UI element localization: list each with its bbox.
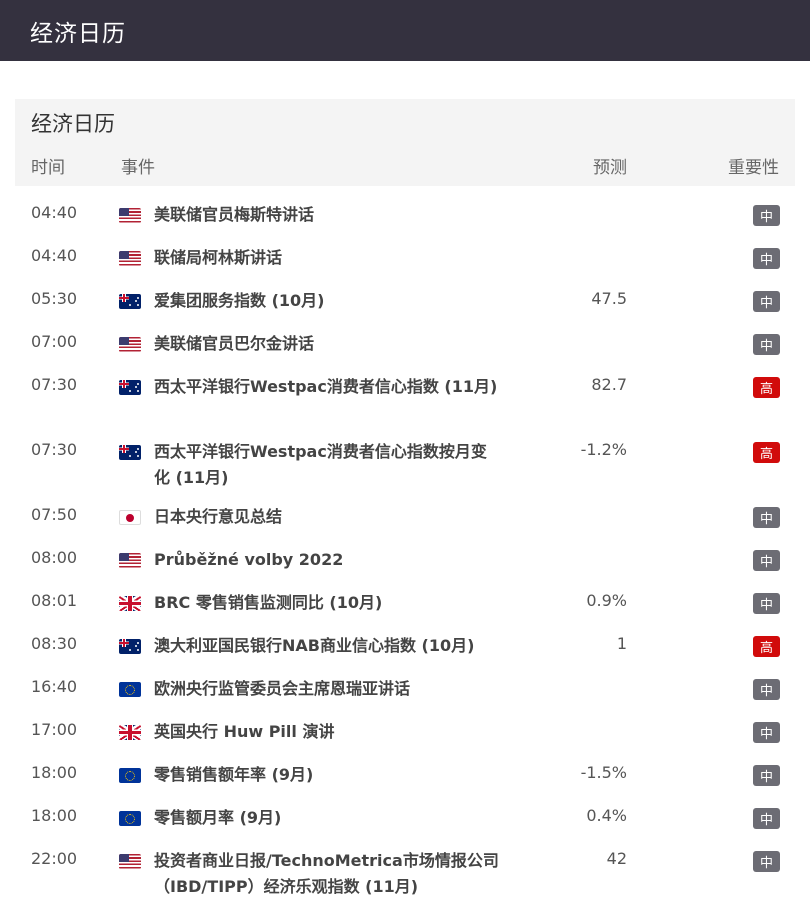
column-header-importance: 重要性 xyxy=(728,158,779,178)
eu-flag-icon xyxy=(119,768,141,783)
panel-title: 经济日历 xyxy=(31,112,115,136)
event-row[interactable]: 07:30 西太平洋银行Westpac消费者信心指数 (11月) 82.7 高 xyxy=(15,358,795,423)
au-flag-icon xyxy=(119,639,141,654)
us-flag-icon xyxy=(119,208,141,223)
event-forecast: -1.2% xyxy=(580,440,627,459)
event-forecast: 0.9% xyxy=(586,591,627,610)
event-row[interactable]: 04:40 联储局柯林斯讲话 中 xyxy=(15,229,795,272)
event-title[interactable]: 投资者商业日报/TechnoMetrica市场情报公司（IBD/TIPP）经济乐… xyxy=(154,848,499,900)
event-title[interactable]: 美联储官员梅斯特讲话 xyxy=(154,202,499,228)
event-title[interactable]: 欧洲央行监管委员会主席恩瑞亚讲话 xyxy=(154,676,499,702)
importance-badge: 中 xyxy=(753,808,780,829)
event-forecast: 0.4% xyxy=(586,806,627,825)
event-title[interactable]: 英国央行 Huw Pill 演讲 xyxy=(154,719,499,745)
event-row[interactable]: 07:30 西太平洋银行Westpac消费者信心指数按月变化 (11月) -1.2%… xyxy=(15,423,795,488)
importance-badge: 中 xyxy=(753,248,780,269)
event-row[interactable]: 07:50 日本央行意见总结 中 xyxy=(15,488,795,531)
importance-badge: 中 xyxy=(753,765,780,786)
event-title[interactable]: 西太平洋银行Westpac消费者信心指数 (11月) xyxy=(154,374,499,400)
event-row[interactable]: 08:30 澳大利亚国民银行NAB商业信心指数 (10月) 1 高 xyxy=(15,617,795,660)
event-time: 07:50 xyxy=(31,505,78,524)
column-header-event: 事件 xyxy=(121,158,155,178)
event-time: 05:30 xyxy=(31,289,78,308)
importance-badge: 中 xyxy=(753,507,780,528)
jp-flag-icon xyxy=(119,510,141,525)
event-row[interactable]: 08:01 BRC 零售销售监测同比 (10月) 0.9% 中 xyxy=(15,574,795,617)
event-time: 08:30 xyxy=(31,634,78,653)
importance-badge: 高 xyxy=(753,636,780,657)
importance-badge: 中 xyxy=(753,334,780,355)
us-flag-icon xyxy=(119,337,141,352)
calendar-panel: 经济日历 时间 事件 预测 重要性 04:40 美联储官员梅斯特讲话中 04:40 联… xyxy=(15,99,795,897)
event-time: 18:00 xyxy=(31,763,78,782)
event-title[interactable]: 零售额月率 (9月) xyxy=(154,805,499,831)
column-header-forecast: 预测 xyxy=(593,158,627,178)
us-flag-icon xyxy=(119,553,141,568)
event-title[interactable]: 零售销售额年率 (9月) xyxy=(154,762,499,788)
column-header-time: 时间 xyxy=(31,158,65,178)
event-title[interactable]: Průběžné volby 2022 xyxy=(154,547,499,573)
au-flag-icon xyxy=(119,294,141,309)
au-flag-icon xyxy=(119,445,141,460)
event-title[interactable]: 爱集团服务指数 (10月) xyxy=(154,288,499,314)
importance-badge: 中 xyxy=(753,851,780,872)
eu-flag-icon xyxy=(119,682,141,697)
event-time: 18:00 xyxy=(31,806,78,825)
event-forecast: 47.5 xyxy=(591,289,627,308)
importance-badge: 中 xyxy=(753,593,780,614)
event-title[interactable]: 西太平洋银行Westpac消费者信心指数按月变化 (11月) xyxy=(154,439,499,491)
panel-header: 经济日历 时间 事件 预测 重要性 xyxy=(15,99,795,186)
event-time: 04:40 xyxy=(31,246,78,265)
us-flag-icon xyxy=(119,251,141,266)
importance-badge: 中 xyxy=(753,205,780,226)
event-row[interactable]: 18:00 零售销售额年率 (9月) -1.5% 中 xyxy=(15,746,795,789)
top-bar-title: 经济日历 xyxy=(30,20,126,47)
event-time: 22:00 xyxy=(31,849,78,868)
event-forecast: -1.5% xyxy=(580,763,627,782)
event-row[interactable]: 07:00 美联储官员巴尔金讲话 中 xyxy=(15,315,795,358)
event-list: 04:40 美联储官员梅斯特讲话中 04:40 联储局柯林斯讲话中 05:30 爱集团服务… xyxy=(15,186,795,897)
event-title[interactable]: 联储局柯林斯讲话 xyxy=(154,245,499,271)
event-time: 08:00 xyxy=(31,548,78,567)
event-row[interactable]: 17:00 英国央行 Huw Pill 演讲 中 xyxy=(15,703,795,746)
importance-badge: 中 xyxy=(753,291,780,312)
event-title[interactable]: 澳大利亚国民银行NAB商业信心指数 (10月) xyxy=(154,633,499,659)
event-title[interactable]: 日本央行意见总结 xyxy=(154,504,499,530)
gb-flag-icon xyxy=(119,596,141,611)
event-title[interactable]: 美联储官员巴尔金讲话 xyxy=(154,331,499,357)
event-forecast: 1 xyxy=(616,634,627,653)
importance-badge: 中 xyxy=(753,550,780,571)
au-flag-icon xyxy=(119,380,141,395)
event-row[interactable]: 16:40 欧洲央行监管委员会主席恩瑞亚讲话 中 xyxy=(15,660,795,703)
event-row[interactable]: 18:00 零售额月率 (9月) 0.4% 中 xyxy=(15,789,795,832)
event-time: 17:00 xyxy=(31,720,78,739)
event-time: 08:01 xyxy=(31,591,78,610)
event-time: 07:30 xyxy=(31,440,78,459)
us-flag-icon xyxy=(119,854,141,869)
event-time: 07:30 xyxy=(31,375,78,394)
event-title[interactable]: BRC 零售销售监测同比 (10月) xyxy=(154,590,499,616)
importance-badge: 高 xyxy=(753,442,780,463)
event-forecast: 82.7 xyxy=(591,375,627,394)
event-time: 04:40 xyxy=(31,203,78,222)
event-row[interactable]: 08:00 Průběžné volby 2022 中 xyxy=(15,531,795,574)
event-row[interactable]: 22:00 投资者商业日报/TechnoMetrica市场情报公司（IBD/TIP… xyxy=(15,832,795,897)
gb-flag-icon xyxy=(119,725,141,740)
event-time: 16:40 xyxy=(31,677,78,696)
importance-badge: 中 xyxy=(753,679,780,700)
event-row[interactable]: 05:30 爱集团服务指数 (10月) 47.5 中 xyxy=(15,272,795,315)
event-time: 07:00 xyxy=(31,332,78,351)
importance-badge: 中 xyxy=(753,722,780,743)
top-bar: 经济日历 xyxy=(0,0,810,61)
event-row[interactable]: 04:40 美联储官员梅斯特讲话 中 xyxy=(15,186,795,229)
event-forecast: 42 xyxy=(606,849,627,868)
importance-badge: 高 xyxy=(753,377,780,398)
eu-flag-icon xyxy=(119,811,141,826)
